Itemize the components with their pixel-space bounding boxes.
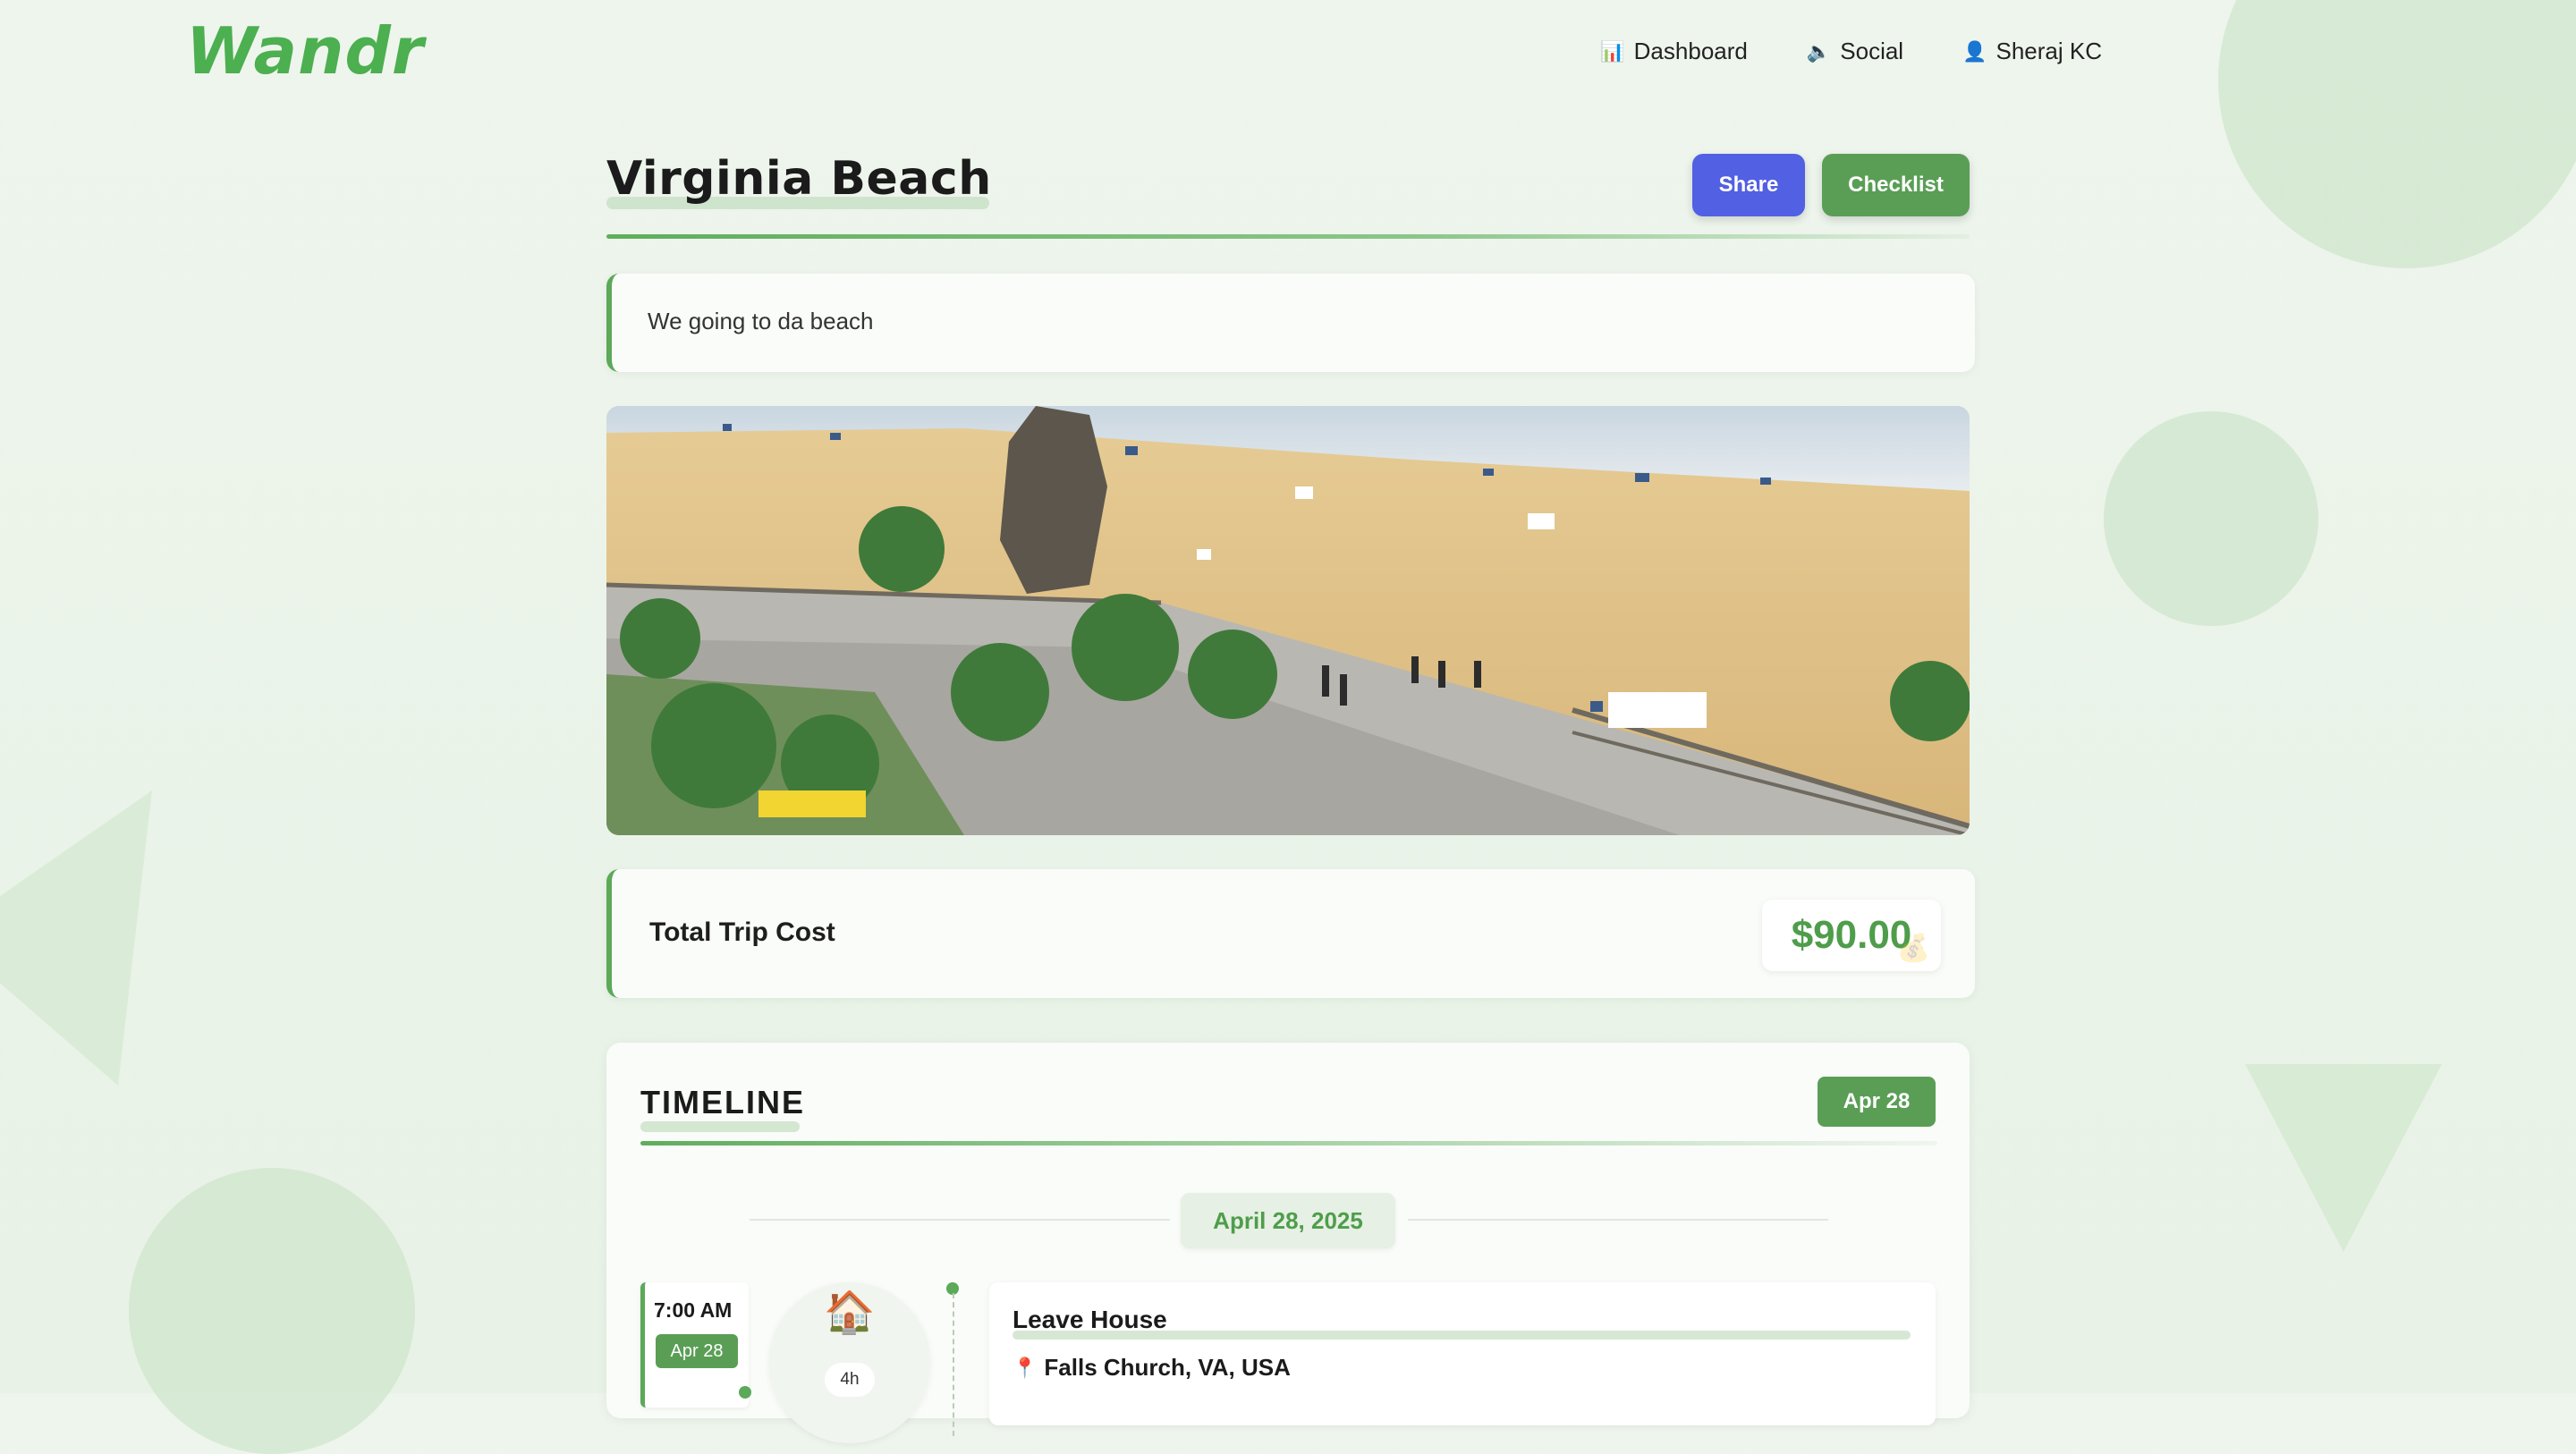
cost-value-box: $90.00 💰 [1762,900,1941,971]
bg-circle-decoration [2104,411,2318,626]
user-icon: 👤 [1962,39,1987,63]
bg-circle-decoration [129,1168,415,1454]
trip-cost-card: Total Trip Cost $90.00 💰 [606,869,1975,998]
timeline-divider [640,1141,1937,1145]
speaker-icon: 🔈 [1806,39,1832,63]
event-time: 7:00 AM [654,1298,733,1322]
timeline-connector [953,1293,954,1436]
nav-links: 📊 Dashboard 🔈 Social 👤 Sheraj KC [1600,38,2102,65]
page-title: Virginia Beach [606,152,992,206]
timeline-date-header: April 28, 2025 [1181,1193,1395,1248]
bg-triangle-decoration [2245,1064,2442,1252]
trip-cover-photo [606,406,1970,835]
house-icon: 🏠 [824,1289,876,1335]
trip-description: We going to da beach [648,308,874,334]
timeline-section: TIMELINE Apr 28 April 28, 2025 7:00 AM A… [606,1043,1970,1443]
timeline-node-dot [739,1386,751,1399]
money-icon: 💰 [1896,934,1930,963]
event-location: 📍 Falls Church, VA, USA [1013,1354,1291,1382]
pin-icon: 📍 [1013,1356,1038,1379]
logo-text: Wandr [186,13,425,89]
cost-label: Total Trip Cost [649,917,835,947]
share-button[interactable]: Share [1692,154,1805,216]
nav-link-profile[interactable]: 👤 Sheraj KC [1962,38,2102,65]
event-card[interactable]: Leave House 📍 Falls Church, VA, USA [989,1282,1936,1425]
timeline-title-highlight [640,1121,800,1132]
title-divider [606,234,1970,239]
top-nav: Wandr 📊 Dashboard 🔈 Social 👤 Sheraj KC [0,0,2576,107]
trip-description-card: We going to da beach [606,274,1975,372]
event-time-card: 7:00 AM Apr 28 [640,1282,749,1408]
timeline-title: TIMELINE [640,1084,805,1120]
event-date-badge: Apr 28 [656,1334,738,1368]
timeline-date-badge[interactable]: Apr 28 [1818,1077,1936,1127]
trip-header: Virginia Beach Share Checklist [606,152,1970,241]
checklist-button[interactable]: Checklist [1822,154,1970,216]
nav-link-label: Sheraj KC [1996,38,2103,64]
event-duration: 4h [825,1363,875,1397]
nav-link-social[interactable]: 🔈 Social [1807,38,1903,65]
cost-value: $90.00 [1791,913,1912,957]
date-header-line [750,1219,1170,1221]
nav-link-label: Dashboard [1633,38,1748,64]
nav-link-label: Social [1840,38,1904,64]
date-header-line [1408,1219,1828,1221]
bg-triangle-decoration [0,790,152,1086]
event-title: Leave House [1013,1306,1167,1333]
nav-link-dashboard[interactable]: 📊 Dashboard [1600,38,1748,65]
event-icon-circle: 🏠 4h [769,1282,930,1443]
chart-icon: 📊 [1600,39,1625,63]
event-location-text: Falls Church, VA, USA [1044,1354,1291,1381]
logo[interactable]: Wandr [186,19,423,83]
